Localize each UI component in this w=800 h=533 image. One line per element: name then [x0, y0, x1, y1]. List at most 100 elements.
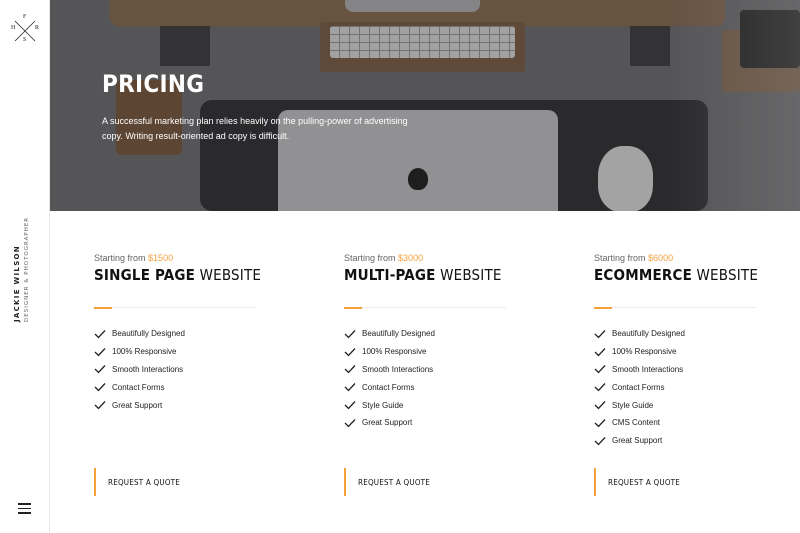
- divider: [594, 307, 756, 308]
- feature-item: Style Guide: [594, 396, 685, 414]
- accent-line: [94, 307, 112, 309]
- accent-line: [344, 307, 362, 309]
- plan-price: $3000: [398, 253, 424, 263]
- feature-label: Contact Forms: [112, 382, 165, 392]
- hero-description: A successful marketing plan relies heavi…: [102, 116, 408, 141]
- feature-label: Style Guide: [362, 400, 404, 410]
- feature-item: Smooth Interactions: [594, 361, 685, 379]
- check-icon: [594, 436, 606, 446]
- logo-letter-left: H: [11, 25, 16, 31]
- feature-label: Beautifully Designed: [112, 329, 185, 339]
- feature-item: Contact Forms: [594, 378, 685, 396]
- logo[interactable]: F H R S: [11, 14, 40, 44]
- feature-list: Beautifully Designed 100% Responsive Smo…: [94, 325, 185, 414]
- feature-item: CMS Content: [594, 414, 685, 432]
- feature-label: 100% Responsive: [112, 347, 177, 357]
- feature-item: Contact Forms: [94, 378, 185, 396]
- check-icon: [344, 365, 356, 374]
- check-icon: [594, 401, 606, 410]
- feature-item: 100% Responsive: [594, 343, 685, 361]
- feature-label: CMS Content: [612, 418, 661, 428]
- check-icon: [344, 383, 356, 392]
- plan-title-bold: ECOMMERCE: [594, 266, 692, 284]
- feature-item: Beautifully Designed: [594, 325, 685, 343]
- feature-label: Smooth Interactions: [112, 364, 184, 374]
- hamburger-icon[interactable]: [18, 503, 31, 514]
- feature-item: Style Guide: [344, 396, 435, 414]
- pricing-card: Starting from $1500 SINGLE PAGE WEBSITE …: [50, 211, 301, 533]
- feature-item: Contact Forms: [344, 378, 435, 396]
- logo-letter-bottom: S: [23, 37, 27, 43]
- logo-letter-top: F: [23, 14, 27, 20]
- accent-line: [594, 307, 612, 309]
- check-icon: [94, 329, 106, 339]
- plan-price: $6000: [648, 253, 674, 263]
- owner-role: DESIGNER & PHOTOGRAPHER: [24, 216, 30, 322]
- feature-label: Contact Forms: [362, 382, 415, 392]
- feature-item: Great Support: [344, 414, 435, 432]
- check-icon: [344, 329, 356, 339]
- plan-title: MULTI-PAGE WEBSITE: [344, 266, 502, 284]
- divider: [344, 307, 506, 308]
- check-icon: [594, 418, 606, 428]
- feature-label: 100% Responsive: [612, 347, 677, 357]
- check-icon: [594, 329, 606, 339]
- starting-from-text: Starting from $1500: [94, 253, 173, 263]
- request-quote-button[interactable]: REQUEST A QUOTE: [344, 468, 430, 496]
- plan-title: ECOMMERCE WEBSITE: [594, 266, 758, 284]
- check-icon: [94, 365, 106, 374]
- request-quote-button[interactable]: REQUEST A QUOTE: [94, 468, 180, 496]
- feature-item: Great Support: [594, 432, 685, 450]
- feature-list: Beautifully Designed 100% Responsive Smo…: [344, 325, 435, 432]
- check-icon: [344, 418, 356, 428]
- sidebar: F H R S JACKIE WILSON DESIGNER & PHOTOGR…: [0, 0, 50, 533]
- feature-item: Great Support: [94, 396, 185, 414]
- check-icon: [94, 347, 106, 357]
- starting-label: Starting from: [344, 253, 396, 263]
- feature-label: Style Guide: [612, 400, 654, 410]
- feature-label: Great Support: [612, 436, 663, 446]
- plan-title-rest: WEBSITE: [195, 266, 262, 284]
- feature-label: Beautifully Designed: [362, 329, 435, 339]
- check-icon: [94, 401, 106, 410]
- logo-letter-right: R: [35, 25, 40, 31]
- feature-item: 100% Responsive: [94, 343, 185, 361]
- feature-label: 100% Responsive: [362, 347, 427, 357]
- feature-label: Great Support: [362, 418, 413, 428]
- check-icon: [94, 383, 106, 392]
- hero-banner: PRICING A successful marketing plan reli…: [50, 0, 800, 211]
- plan-title-rest: WEBSITE: [692, 266, 759, 284]
- plan-title-bold: SINGLE PAGE: [94, 266, 196, 284]
- starting-from-text: Starting from $6000: [594, 253, 673, 263]
- check-icon: [594, 347, 606, 357]
- plan-title-bold: MULTI-PAGE: [344, 266, 436, 284]
- check-icon: [344, 401, 356, 410]
- feature-label: Great Support: [112, 400, 163, 410]
- feature-list: Beautifully Designed 100% Responsive Smo…: [594, 325, 685, 450]
- owner-name: JACKIE WILSON: [13, 245, 21, 322]
- pricing-card: Starting from $3000 MULTI-PAGE WEBSITE B…: [300, 211, 551, 533]
- feature-item: Beautifully Designed: [344, 325, 435, 343]
- starting-from-text: Starting from $3000: [344, 253, 423, 263]
- feature-item: Smooth Interactions: [94, 361, 185, 379]
- owner-info: JACKIE WILSON DESIGNER & PHOTOGRAPHER: [13, 217, 30, 322]
- feature-item: 100% Responsive: [344, 343, 435, 361]
- plan-price: $1500: [148, 253, 174, 263]
- check-icon: [594, 365, 606, 374]
- starting-label: Starting from: [94, 253, 146, 263]
- plan-title: SINGLE PAGE WEBSITE: [94, 266, 261, 284]
- request-quote-button[interactable]: REQUEST A QUOTE: [594, 468, 680, 496]
- check-icon: [594, 383, 606, 392]
- check-icon: [344, 347, 356, 357]
- page-title: PRICING: [102, 70, 205, 98]
- feature-item: Smooth Interactions: [344, 361, 435, 379]
- pricing-card: Starting from $6000 ECOMMERCE WEBSITE Be…: [550, 211, 800, 533]
- feature-label: Smooth Interactions: [612, 364, 684, 374]
- plan-title-rest: WEBSITE: [435, 266, 502, 284]
- feature-label: Smooth Interactions: [362, 364, 434, 374]
- feature-item: Beautifully Designed: [94, 325, 185, 343]
- feature-label: Beautifully Designed: [612, 329, 685, 339]
- feature-label: Contact Forms: [612, 382, 665, 392]
- starting-label: Starting from: [594, 253, 646, 263]
- divider: [94, 307, 256, 308]
